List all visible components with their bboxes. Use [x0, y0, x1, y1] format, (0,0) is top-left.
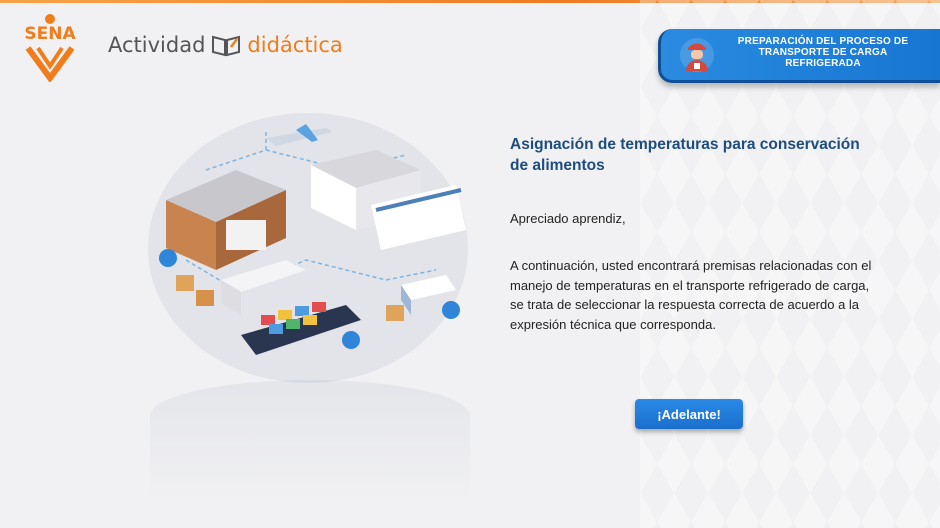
activity-brand: Actividad didáctica: [108, 30, 343, 60]
page-title: Asignación de temperaturas para conserva…: [510, 136, 860, 174]
brand-activity-word: Actividad: [108, 33, 206, 57]
next-button[interactable]: ¡Adelante!: [635, 399, 743, 429]
illustration-reflection: [150, 380, 470, 500]
course-title-line-3: REFRIGERADA: [785, 58, 861, 69]
course-title-line-2: TRANSPORTE DE CARGA: [758, 47, 888, 58]
open-book-icon: [212, 35, 241, 57]
course-title: PREPARACIÓN DEL PROCESO DE TRANSPORTE DE…: [723, 36, 923, 69]
sena-logo-text: SENA: [24, 24, 76, 44]
course-title-badge: PREPARACIÓN DEL PROCESO DE TRANSPORTE DE…: [658, 29, 940, 83]
sena-logo: SENA: [14, 10, 86, 84]
greeting-text: Apreciado aprendiz,: [510, 211, 626, 226]
sena-logo-mark: [25, 14, 75, 84]
logistics-illustration: [146, 110, 476, 385]
brand-didactic-word: didáctica: [247, 33, 343, 57]
course-title-line-1: PREPARACIÓN DEL PROCESO DE: [737, 36, 909, 47]
instructions-text: A continuación, usted encontrará premisa…: [510, 258, 872, 332]
logistics-illustration-graphic: [148, 113, 468, 383]
worker-avatar-icon: [680, 38, 714, 72]
